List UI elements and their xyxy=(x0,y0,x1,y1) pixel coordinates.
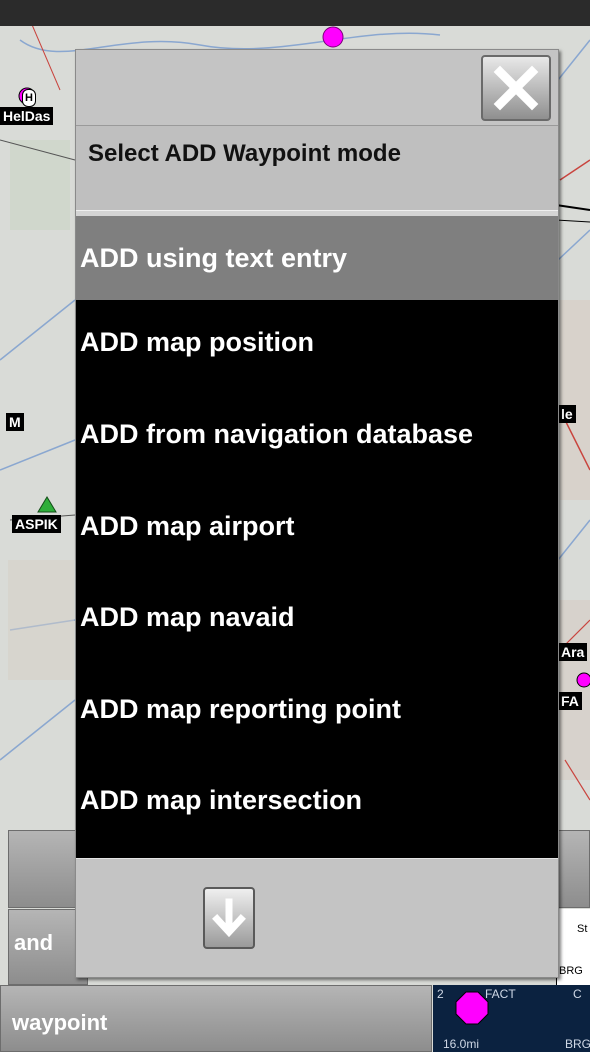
mode-item-map-intersection[interactable]: ADD map intersection xyxy=(76,758,558,842)
waypoint-index: 2 xyxy=(437,987,444,1001)
waypoint-button-label: waypoint xyxy=(12,1010,108,1035)
dialog-footer xyxy=(76,858,558,977)
mode-item-navigation-database[interactable]: ADD from navigation database xyxy=(76,392,558,476)
mode-item-map-navaid[interactable]: ADD map navaid xyxy=(76,575,558,659)
close-button[interactable] xyxy=(481,55,551,121)
waypoint-distance: 16.0mi xyxy=(443,1037,480,1051)
mode-item-label: ADD map navaid xyxy=(80,601,295,632)
panel-bar-upper-right[interactable] xyxy=(556,830,590,908)
mode-item-map-reporting-point[interactable]: ADD map reporting point xyxy=(76,667,558,751)
and-button-label: and xyxy=(14,930,54,955)
waypoint-marker-icon xyxy=(455,991,489,1025)
mode-item-label: ADD using text entry xyxy=(80,242,348,273)
mode-item-label: ADD from navigation database xyxy=(80,418,474,449)
waypoint-code: C xyxy=(573,987,582,1001)
heliport-icon-label: H xyxy=(22,89,36,107)
top-toolbar xyxy=(0,0,590,26)
waypoint-strip[interactable]: 2 FACT C 16.0mi BRG xyxy=(433,985,590,1052)
map-label-aspik[interactable]: ASPIK xyxy=(12,515,61,533)
add-waypoint-dialog: Select ADD Waypoint mode ADD using text … xyxy=(75,49,559,978)
map-label-fa[interactable]: FA xyxy=(558,692,582,710)
map-label-m[interactable]: M xyxy=(6,413,24,431)
map-label-ara[interactable]: Ara xyxy=(558,643,588,661)
mode-item-label: ADD map reporting point xyxy=(80,693,401,724)
waypoint-brg: BRG xyxy=(565,1037,590,1051)
info-label-brg: BRG xyxy=(559,965,583,977)
dialog-header xyxy=(76,50,558,126)
map-label-le[interactable]: le xyxy=(558,405,576,423)
dialog-title: Select ADD Waypoint mode xyxy=(88,140,401,167)
mode-item-label: ADD map airport xyxy=(80,510,295,541)
info-label-st: St xyxy=(577,923,588,935)
info-panel: St BRG xyxy=(556,909,590,985)
mode-item-map-position[interactable]: ADD map position xyxy=(76,300,558,384)
map-label-heldas[interactable]: HelDas xyxy=(0,107,54,125)
close-x-icon xyxy=(493,65,539,111)
mode-item-label: ADD map intersection xyxy=(80,784,363,815)
mode-item-text-entry[interactable]: ADD using text entry xyxy=(76,216,558,300)
mode-item-map-airport[interactable]: ADD map airport xyxy=(76,484,558,568)
mode-list[interactable]: ADD using text entry ADD map position AD… xyxy=(76,216,558,858)
waypoint-name: FACT xyxy=(485,987,516,1001)
scroll-down-button[interactable] xyxy=(203,887,255,949)
mode-item-label: ADD map position xyxy=(80,326,314,357)
arrow-down-icon xyxy=(212,898,246,938)
